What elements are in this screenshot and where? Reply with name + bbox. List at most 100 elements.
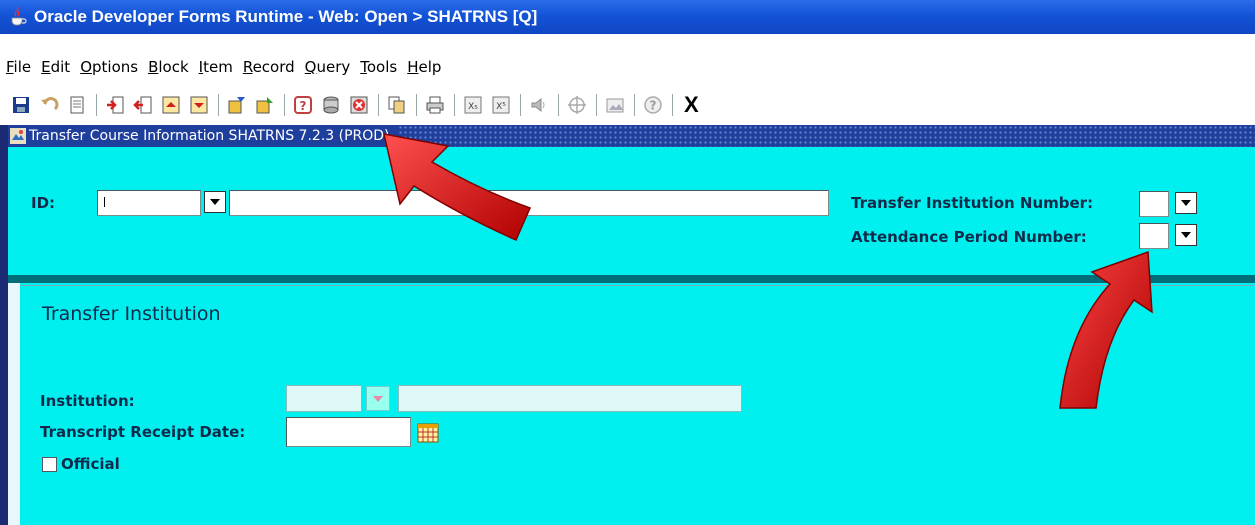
menu-item-accelerator: B [148, 58, 159, 76]
chevron-down-icon [1181, 200, 1191, 206]
menu-item-label: dit [50, 58, 71, 76]
cancel-query-icon[interactable] [348, 94, 370, 116]
previous-record-icon[interactable]: X₅ [462, 94, 484, 116]
menu-item[interactable]: Record [243, 58, 295, 76]
menu-item-label: ile [13, 58, 32, 76]
official-label: Official [61, 455, 120, 473]
chevron-down-icon [210, 199, 220, 205]
menu-item[interactable]: Options [80, 58, 138, 76]
options-icon[interactable] [320, 94, 342, 116]
form-header-title-area: Transfer Course Information SHATRNS 7.2.… [8, 125, 398, 147]
text-caret [104, 197, 105, 207]
save-icon[interactable] [10, 94, 32, 116]
next-block-icon[interactable] [188, 94, 210, 116]
frame-border [20, 285, 1255, 286]
question-icon[interactable]: ? [642, 94, 664, 116]
section-title: Transfer Institution [42, 303, 221, 325]
transfer-institution-number-input[interactable] [1139, 191, 1169, 217]
java-cup-icon [8, 6, 28, 27]
toolbar-separator [96, 94, 98, 116]
menu-item-accelerator: O [80, 58, 92, 76]
svg-text:?: ? [300, 99, 307, 113]
official-checkbox[interactable] [42, 457, 57, 472]
menu-item[interactable]: File [6, 58, 31, 76]
transfer-institution-lov-button[interactable] [1175, 192, 1197, 214]
svg-text:?: ? [650, 99, 657, 113]
help-icon[interactable]: ? [292, 94, 314, 116]
toolbar-separator [596, 94, 598, 116]
transfer-institution-block: Transfer Institution Institution: Transc… [8, 283, 1255, 525]
image-icon[interactable] [604, 94, 626, 116]
remove-record-icon[interactable] [132, 94, 154, 116]
menu-item[interactable]: Help [407, 58, 441, 76]
toolbar-separator [454, 94, 456, 116]
chevron-down-icon [373, 395, 383, 402]
toolbar-separator [284, 94, 286, 116]
menu-item[interactable]: Tools [360, 58, 397, 76]
menu-bar: File Edit Options Block Item Record Query Tools… [0, 34, 1255, 87]
calendar-icon[interactable] [417, 422, 439, 444]
institution-lov-button[interactable] [366, 386, 390, 411]
toolbar-separator [378, 94, 380, 116]
menu-item[interactable]: Edit [41, 58, 70, 76]
menu-item-accelerator: T [360, 58, 367, 76]
menu-item-label: ecord [252, 58, 295, 76]
menu-item-accelerator: F [6, 58, 14, 76]
insert-record-icon[interactable] [104, 94, 126, 116]
execute-query-icon[interactable] [254, 94, 276, 116]
window-left-edge [0, 125, 8, 525]
transfer-institution-number-label: Transfer Institution Number: [851, 194, 1094, 212]
crosshair-icon[interactable] [566, 94, 588, 116]
exit-button[interactable]: X [684, 92, 699, 118]
next-record-icon[interactable]: X⁵ [490, 94, 512, 116]
transcript-receipt-date-label: Transcript Receipt Date: [40, 423, 246, 441]
toolbar-separator [416, 94, 418, 116]
toolbar-separator [672, 94, 674, 116]
menu-item-label: tem [203, 58, 233, 76]
attendance-period-number-label: Attendance Period Number: [851, 228, 1087, 246]
toolbar-separator [218, 94, 220, 116]
speaker-icon[interactable] [528, 94, 550, 116]
toolbar: ? X₅ X⁵ ? X [0, 87, 1255, 123]
id-lov-button[interactable] [204, 191, 226, 213]
attendance-period-lov-button[interactable] [1175, 224, 1197, 246]
id-input[interactable] [97, 190, 201, 216]
toolbar-separator [558, 94, 560, 116]
institution-code-input[interactable] [286, 385, 362, 412]
rollback-icon[interactable] [38, 94, 60, 116]
form-icon [10, 128, 26, 144]
id-name-field[interactable] [229, 190, 829, 216]
chevron-down-icon [1181, 232, 1191, 238]
menu-item[interactable]: Block [148, 58, 189, 76]
enter-query-icon[interactable] [226, 94, 248, 116]
toolbar-separator [634, 94, 636, 116]
copy-icon[interactable] [386, 94, 408, 116]
svg-text:X₅: X₅ [468, 102, 478, 112]
form-header: Transfer Course Information SHATRNS 7.2.… [8, 125, 1255, 147]
id-label: ID: [31, 194, 56, 212]
print-page-icon[interactable] [66, 94, 88, 116]
key-block: ID: Transfer Institution Number: Attenda… [8, 147, 1255, 275]
menu-item-label: ools [366, 58, 398, 76]
window-title-bar: Oracle Developer Forms Runtime - Web: Op… [0, 0, 1255, 34]
menu-item-accelerator: Q [304, 58, 317, 76]
window-title: Oracle Developer Forms Runtime - Web: Op… [34, 7, 538, 26]
menu-item[interactable]: Query [305, 58, 351, 76]
menu-item-accelerator: E [41, 58, 51, 76]
menu-item-accelerator: H [407, 58, 419, 76]
menu-item-label: uery [316, 58, 351, 76]
menu-item-label: ptions [92, 58, 139, 76]
transcript-receipt-date-input[interactable] [286, 417, 411, 447]
menu-item[interactable]: Item [199, 58, 233, 76]
toolbar-separator [520, 94, 522, 116]
menu-item-label: elp [418, 58, 442, 76]
attendance-period-number-input[interactable] [1139, 223, 1169, 249]
previous-block-icon[interactable] [160, 94, 182, 116]
print-icon[interactable] [424, 94, 446, 116]
form-title: Transfer Course Information SHATRNS 7.2.… [29, 128, 390, 144]
institution-name-field[interactable] [398, 385, 742, 412]
svg-text:X⁵: X⁵ [496, 102, 506, 112]
institution-label: Institution: [40, 392, 135, 410]
menu-item-accelerator: R [242, 58, 253, 76]
block-divider [8, 275, 1255, 283]
